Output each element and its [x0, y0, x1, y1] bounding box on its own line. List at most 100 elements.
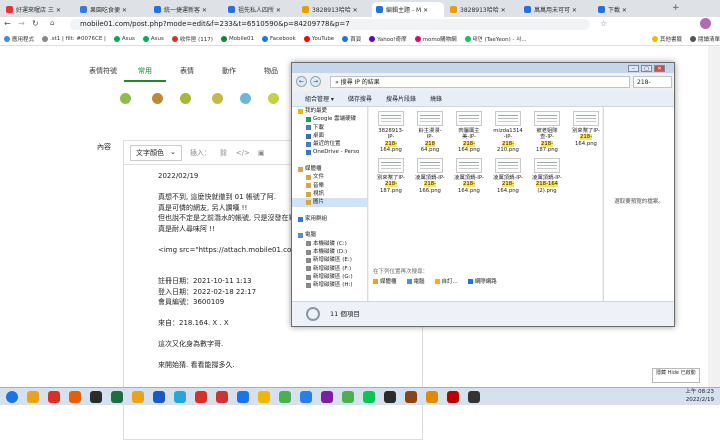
back-icon[interactable]: ←	[296, 76, 307, 87]
taskbar-app-icon[interactable]	[174, 391, 186, 403]
nav-item[interactable]: 視訊	[292, 190, 367, 198]
browser-tab[interactable]: 3828913哈哈 ✕	[298, 2, 370, 17]
image-icon[interactable]: ▣	[258, 149, 265, 157]
command-button[interactable]: 燒錄	[430, 94, 442, 103]
taskbar-app-icon[interactable]	[153, 391, 165, 403]
taskbar-app-icon[interactable]	[195, 391, 207, 403]
taskbar-app-icon[interactable]	[279, 391, 291, 403]
taskbar-app-icon[interactable]	[111, 391, 123, 403]
clock[interactable]: 上午 08:23 2022/2/19	[685, 389, 714, 404]
bookmark-item[interactable]: 應用程式	[4, 35, 34, 43]
nav-item[interactable]	[292, 223, 367, 231]
bookmark-item[interactable]: Asus	[142, 35, 164, 42]
nav-item[interactable]	[292, 207, 367, 215]
file-item[interactable]: 凌厲頂鍋-IP- 218- 164.png	[489, 158, 527, 202]
emoji-icon[interactable]	[120, 93, 131, 104]
avatar[interactable]	[700, 18, 711, 29]
command-button[interactable]: 組合管理 ▾	[305, 94, 334, 103]
bookmark-item[interactable]: momo購物網	[414, 35, 457, 43]
browser-tab[interactable]: 3828913哈哈 ✕	[446, 2, 518, 17]
taskbar-app-icon[interactable]	[363, 391, 375, 403]
taskbar-app-icon[interactable]	[237, 391, 249, 403]
nav-item[interactable]	[292, 290, 367, 298]
page-scrollbar[interactable]	[708, 46, 720, 387]
path-field[interactable]: » 搜尋 IP 的結果	[330, 76, 630, 88]
taskbar-app-icon[interactable]	[132, 391, 144, 403]
taskbar-app-icon[interactable]	[300, 391, 312, 403]
code-icon[interactable]: </>	[236, 149, 250, 157]
browser-tab[interactable]: 祖先私人四所 ✕	[224, 2, 296, 17]
nav-item[interactable]: Google 雲端硬碟	[292, 115, 367, 123]
text-color-select[interactable]: 文字顏色 ⌄	[130, 144, 182, 161]
command-button[interactable]: 儲存搜尋	[348, 94, 372, 103]
browser-tab[interactable]: 下載 ✕	[594, 2, 666, 17]
emoji-icon[interactable]	[180, 93, 191, 104]
nav-item[interactable]: 圖片	[292, 198, 367, 207]
taskbar-app-icon[interactable]	[342, 391, 354, 403]
forward-icon[interactable]: →	[310, 76, 321, 87]
nav-item[interactable]: 本機磁碟 (D:)	[292, 248, 367, 256]
taskbar-app-icon[interactable]	[90, 391, 102, 403]
browser-tab[interactable]: 好運來喔店 三 ✕	[2, 2, 74, 17]
emoji-icon[interactable]	[212, 93, 223, 104]
tray-popup[interactable]: 隱藏 Hide 已啟動	[652, 368, 700, 383]
taskbar-app-icon[interactable]	[468, 391, 480, 403]
file-item[interactable]: mizda1314 -IP- 218- 210.png	[489, 111, 527, 155]
nav-item[interactable]: 下載	[292, 124, 367, 132]
nav-item[interactable]: 最近的位置	[292, 140, 367, 148]
emoji-tab[interactable]: 常用	[124, 66, 166, 82]
nav-item[interactable]: 音樂	[292, 182, 367, 190]
search-location-link[interactable]: 電腦	[406, 277, 425, 285]
emoji-tab[interactable]: 表情符號	[82, 66, 124, 82]
url-field[interactable]: mobile01.com/post.php?mode=edit&f=233&t=…	[70, 19, 590, 30]
taskbar-app-icon[interactable]	[6, 391, 18, 403]
taskbar-app-icon[interactable]	[258, 391, 270, 403]
browser-tab[interactable]: 果園吃食便 ✕	[76, 2, 148, 17]
browser-tab[interactable]: 編輯主題 - M ✕	[372, 2, 444, 17]
taskbar-app-icon[interactable]	[321, 391, 333, 403]
file-item[interactable]: 凌厲頂鍋-IP- 218-164 (2).png	[528, 158, 566, 202]
file-item[interactable]: 凌厲頂鍋-IP- 218- 166.png	[411, 158, 449, 202]
bookmark-item[interactable]: Facebook	[261, 35, 296, 42]
search-location-link[interactable]: 網際網路	[467, 277, 497, 285]
file-item[interactable]: 3828913- IP- 218- 164.png	[372, 111, 410, 155]
emoji-tab[interactable]: 物品	[250, 66, 292, 82]
forward-icon[interactable]: →	[18, 19, 25, 28]
bookmark-item[interactable]: .st1 | filt: #0076CE |	[42, 35, 106, 42]
nav-item[interactable]: 文件	[292, 173, 367, 181]
file-item[interactable]: 被老姐隊 查-IP- 218- 187.png	[528, 111, 566, 155]
nav-item[interactable]: OneDrive - Perso	[292, 148, 367, 156]
taskbar-app-icon[interactable]	[384, 391, 396, 403]
search-input[interactable]: 218-	[633, 76, 672, 88]
emoji-icon[interactable]	[152, 93, 163, 104]
nav-item[interactable]: 媒體櫃	[292, 165, 367, 173]
bookmark-item[interactable]: Asus	[113, 35, 135, 42]
nav-item[interactable]: 新增磁碟區 (H:)	[292, 281, 367, 289]
back-icon[interactable]: ←	[4, 19, 11, 28]
emoji-icon[interactable]	[240, 93, 251, 104]
bookmark-item[interactable]: 태연 (TaeYeon) - 사...	[464, 35, 527, 43]
minimize-button[interactable]: –	[628, 65, 639, 72]
emoji-icon[interactable]	[268, 93, 279, 104]
star-icon[interactable]: ☆	[600, 19, 607, 28]
search-location-link[interactable]: 自訂...	[434, 277, 458, 285]
reload-icon[interactable]: ↻	[32, 19, 39, 28]
nav-item[interactable]: 家用群組	[292, 215, 367, 223]
emoji-tab[interactable]: 動作	[208, 66, 250, 82]
nav-item[interactable]: 新增磁碟區 (G:)	[292, 273, 367, 281]
nav-item[interactable]: 新增磁碟區 (F:)	[292, 265, 367, 273]
bookmark-item[interactable]: Yahoo!奇摩	[369, 35, 407, 43]
bookmark-item[interactable]: 收件匣 (117)	[171, 35, 213, 43]
new-tab-button[interactable]: +	[672, 3, 680, 13]
bookmark-item[interactable]: 首頁	[342, 35, 361, 43]
bookmark-item[interactable]: 其他書籤	[651, 35, 682, 43]
taskbar-app-icon[interactable]	[405, 391, 417, 403]
file-item[interactable]: 鈴主漫漫- IP- 218 64.png	[411, 111, 449, 155]
browser-tab[interactable]: 萬萬用未可可 ✕	[520, 2, 592, 17]
maximize-button[interactable]: □	[641, 65, 652, 72]
file-item[interactable]: 凌厲頂鍋-IP- 218- 164.png	[450, 158, 488, 202]
command-button[interactable]: 搜尋片段錄	[386, 94, 416, 103]
bookmark-item[interactable]: Mobile01	[220, 35, 254, 42]
nav-item[interactable]: 我的最愛	[292, 107, 367, 115]
nav-item[interactable]: 電腦	[292, 231, 367, 239]
